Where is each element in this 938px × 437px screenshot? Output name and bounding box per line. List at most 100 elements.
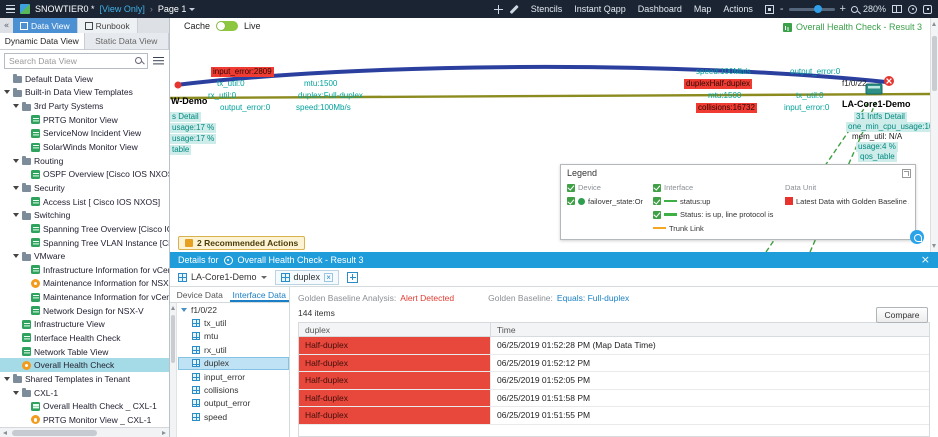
assistant-badge-icon[interactable] [910,230,924,244]
sidebar-horizontal-scrollbar[interactable] [0,427,169,437]
tree-item-infrastructure-view[interactable]: Infrastructure View [0,318,169,332]
tree-item-routing[interactable]: Routing [0,154,169,168]
map-label-tx-util-0[interactable]: tx_util:0 [217,79,245,89]
tab-close-icon[interactable] [324,273,333,282]
tab-data-view[interactable]: Data View [13,18,78,33]
expand-arrow-icon[interactable] [13,213,22,217]
topbar-item-actions[interactable]: Actions [717,4,759,14]
cache-live-toggle[interactable] [216,21,238,31]
tree-item-cxl-1[interactable]: CXL-1 [0,386,169,400]
tab-device-data[interactable]: Device Data [170,287,230,302]
tree-item-vmware[interactable]: VMware [0,249,169,263]
recommended-actions-button[interactable]: 2 Recommended Actions [178,236,305,250]
map-label-usage-4[interactable]: usage:4 % [856,142,898,152]
scroll-right-arrow-icon[interactable] [162,431,166,435]
checkbox-checked-icon[interactable] [567,184,575,192]
scroll-up-arrow-icon[interactable] [171,306,175,310]
tree-item-access-list-cisco-ios-nxos[interactable]: Access List [ Cisco IOS NXOS] [0,195,169,209]
tab-static-data-view[interactable]: Static Data View [85,33,170,49]
scroll-down-arrow-icon[interactable] [932,244,936,248]
map-label-input-error-2809[interactable]: input_error:2809 [211,67,274,77]
tree-item-prtg-monitor-view-cxl-1[interactable]: PRTG Monitor View _ CXL-1 [0,413,169,427]
select-tool-icon[interactable] [494,5,503,14]
fit-screen-icon[interactable] [765,5,774,14]
field-item-mtu[interactable]: mtu [178,330,289,343]
scroll-up-arrow-icon[interactable] [932,22,936,26]
map-label-rx-util-0[interactable]: rx_util:0 [208,91,236,101]
tree-item-network-design-for-nsx-v[interactable]: Network Design for NSX-V [0,304,169,318]
field-list-scrollbar[interactable] [170,303,177,437]
field-item-tx-util[interactable]: tx_util [178,316,289,329]
tree-item-built-in-data-view-templates[interactable]: Built-in Data View Templates [0,86,169,100]
collapse-sidebar-button[interactable]: « [0,18,13,33]
tree-item-overall-health-check-cxl-1[interactable]: Overall Health Check _ CXL-1 [0,399,169,413]
annotate-tool-icon[interactable] [509,5,518,14]
map-label-duplex-full-duplex[interactable]: duplex:Full-duplex [298,91,363,101]
table-row[interactable]: Half-duplex06/25/2019 01:52:28 PM (Map D… [299,337,929,355]
map-label-table[interactable]: table [170,145,191,155]
expand-arrow-icon[interactable] [13,186,22,190]
expand-arrow-icon[interactable] [181,308,187,312]
tree-item-solarwinds-monitor-view[interactable]: SolarWinds Monitor View [0,140,169,154]
tab-duplex[interactable]: duplex [275,270,340,285]
field-item-duplex[interactable]: duplex [178,357,289,370]
map-canvas[interactable]: input_error:2809tx_util:0rx_util:0output… [170,18,938,252]
field-item-input-error[interactable]: input_error [178,370,289,383]
map-label-w-demo[interactable]: W-Demo [171,96,207,106]
map-label-qos-table[interactable]: qos_table [858,152,897,162]
compare-button[interactable]: Compare [876,307,928,323]
expand-arrow-icon[interactable] [4,90,13,94]
map-label-f1-0-22[interactable]: f1/0/22 [842,79,866,89]
table-row[interactable]: Half-duplex06/25/2019 01:52:12 PM [299,355,929,373]
tree-item-security[interactable]: Security [0,181,169,195]
checkbox-checked-icon[interactable] [653,197,661,205]
tree-item-spanning-tree-overview-cisco-ios[interactable]: Spanning Tree Overview [Cisco IOS] [0,222,169,236]
table-row[interactable]: Half-duplex06/25/2019 01:51:55 PM [299,407,929,425]
tree-item-maintenance-information-for-nsx-v[interactable]: Maintenance Information for NSX-V [0,277,169,291]
expand-arrow-icon[interactable] [13,104,22,108]
map-label-la-core1-demo[interactable]: LA-Core1-Demo [842,99,911,109]
checkbox-checked-icon[interactable] [653,184,661,192]
table-row[interactable]: Half-duplex06/25/2019 01:52:05 PM [299,372,929,390]
map-vertical-scrollbar[interactable] [930,18,938,252]
field-item-speed[interactable]: speed [178,410,289,423]
expand-arrow-icon[interactable] [13,159,22,163]
share-icon[interactable] [908,5,917,14]
close-icon[interactable] [921,255,930,265]
map-label-one-min-cpu-usage-10[interactable]: one_min_cpu_usage:10 % [846,122,938,132]
tree-item-interface-health-check[interactable]: Interface Health Check [0,331,169,345]
tree-item-network-table-view[interactable]: Network Table View [0,345,169,359]
map-label-input-error-0[interactable]: input_error:0 [784,103,829,113]
map-label-collisions-16732[interactable]: collisions:16732 [696,103,757,113]
search-icon[interactable] [135,57,144,66]
map-label-speed-100mb-s[interactable]: speed:100Mb/s [696,67,751,77]
page-selector[interactable]: Page 1 [158,4,196,14]
zoom-slider[interactable] [789,8,835,11]
zoom-out-button[interactable]: - [780,4,784,14]
tree-item-maintenance-information-for-vcenter[interactable]: Maintenance Information for vCenter [0,290,169,304]
tree-item-servicenow-incident-view[interactable]: ServiceNow Incident View [0,127,169,141]
search-input[interactable] [4,53,148,69]
table-row[interactable]: Half-duplex06/25/2019 01:51:58 PM [299,390,929,408]
map-label-tx-util-0[interactable]: tx_util:0 [796,91,824,101]
legend-expand-icon[interactable] [902,169,911,178]
add-tab-icon[interactable] [347,272,358,283]
magnifier-plus-icon[interactable] [851,6,858,13]
topbar-item-map[interactable]: Map [688,4,718,14]
map-label-mtu-1500[interactable]: mtu:1500 [708,91,741,101]
interface-group-row[interactable]: f1/0/22 [178,303,289,316]
expand-arrow-icon[interactable] [4,377,13,381]
hamburger-menu-icon[interactable] [6,5,15,13]
map-label-output-error-0[interactable]: output_error:0 [220,103,270,113]
scroll-left-arrow-icon[interactable] [3,431,7,435]
scrollbar-thumb[interactable] [932,36,937,91]
map-label-output-error-0[interactable]: output_error:0 [790,67,840,77]
tree-item-prtg-monitor-view[interactable]: PRTG Monitor View [0,113,169,127]
checkbox-checked-icon[interactable] [653,211,661,219]
scrollbar-thumb[interactable] [12,430,97,436]
map-label-s-detail[interactable]: s Detail [170,112,201,122]
map-label-mtu-1500[interactable]: mtu:1500 [304,79,337,89]
map-label-speed-100mb-s[interactable]: speed:100Mb/s [296,103,351,113]
tree-item-infrastructure-information-for-vcenter[interactable]: Infrastructure Information for vCenter [0,263,169,277]
device-selector[interactable]: LA-Core1-Demo [178,272,267,282]
